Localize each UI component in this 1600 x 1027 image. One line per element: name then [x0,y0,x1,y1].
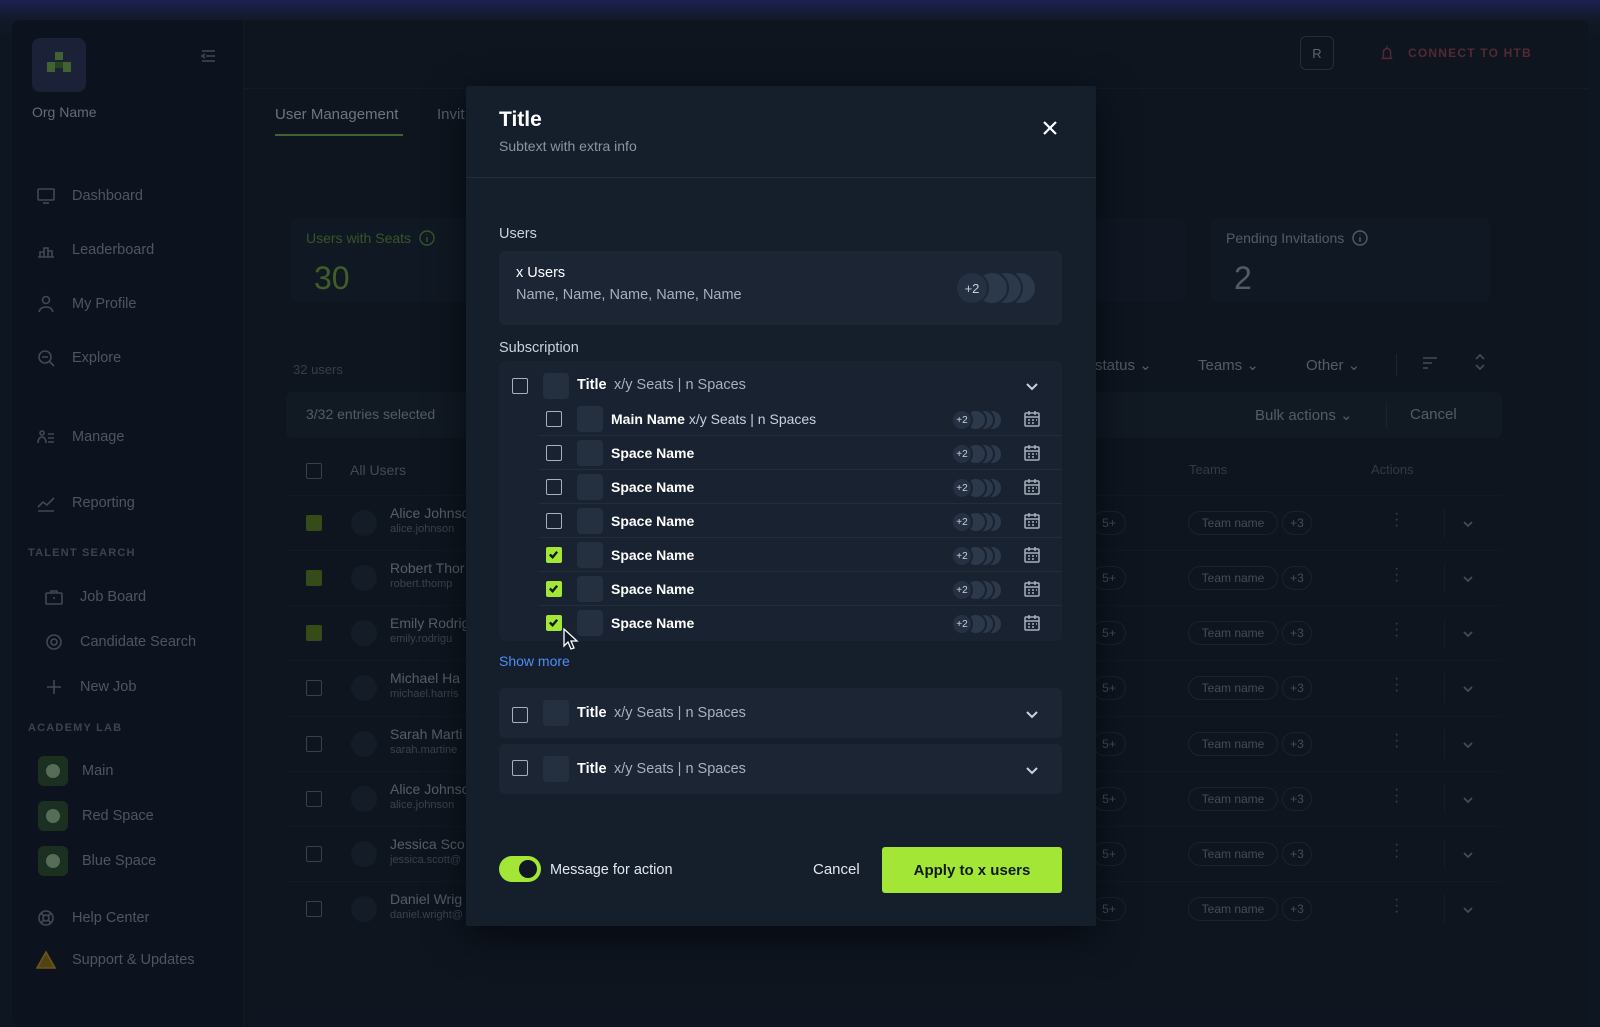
space-thumbnail [577,576,603,602]
mouse-cursor-icon [563,628,579,650]
group-title: Title [577,761,607,777]
users-summary: x Users Name, Name, Name, Name, Name +2 [499,251,1062,325]
modal-subtitle: Subtext with extra info [499,138,637,154]
space-row[interactable]: Space Name +2 [539,538,1062,572]
cancel-button[interactable]: Cancel [813,861,860,878]
subscription-group[interactable]: Title x/y Seats | n Spaces [499,744,1062,794]
avatar-overflow-count: +2 [951,613,973,635]
space-row[interactable]: Space Name +2 [539,470,1062,504]
avatar-overflow-count: +2 [951,443,973,465]
space-thumbnail [577,474,603,500]
avatar-overflow-count: +2 [951,579,973,601]
calendar-icon[interactable] [1023,614,1041,632]
space-avatar-stack[interactable]: +2 [951,579,1003,601]
close-icon[interactable] [1038,116,1062,140]
space-checkbox[interactable] [546,547,562,563]
space-name: Space Name [611,513,695,529]
message-toggle[interactable] [499,856,541,882]
calendar-icon[interactable] [1023,444,1041,462]
space-name: Space Name [611,615,695,631]
space-row[interactable]: Space Name +2 [539,504,1062,538]
group-meta: x/y Seats | n Spaces [614,705,746,721]
space-checkbox[interactable] [546,615,562,631]
apply-button[interactable]: Apply to x users [882,847,1062,893]
show-more-link[interactable]: Show more [499,653,570,669]
avatar-overflow-count: +2 [951,511,973,533]
chevron-down-icon[interactable] [1025,707,1039,721]
space-avatar-stack[interactable]: +2 [951,443,1003,465]
modal-title: Title [499,108,542,131]
group-checkbox[interactable] [512,760,528,776]
modal-divider [466,177,1096,178]
avatar-overflow-count: +2 [955,271,989,305]
users-avatar-stack[interactable]: +2 [955,271,1037,305]
chevron-down-icon[interactable] [1025,763,1039,777]
subscription-group-expanded: Title x/y Seats | n Spaces Main Name x/y… [499,361,1062,641]
group-thumbnail [543,700,569,726]
toggle-knob [519,860,537,878]
space-checkbox[interactable] [546,581,562,597]
space-name: Space Name [611,445,695,461]
space-thumbnail [577,440,603,466]
calendar-icon[interactable] [1023,478,1041,496]
calendar-icon[interactable] [1023,546,1041,564]
group-meta: x/y Seats | n Spaces [614,761,746,777]
calendar-icon[interactable] [1023,512,1041,530]
space-avatar-stack[interactable]: +2 [951,409,1003,431]
group-title: Title [577,705,607,721]
main-space-row[interactable]: Main Name x/y Seats | n Spaces +2 [539,402,1062,436]
space-thumbnail [577,610,603,636]
group-meta: x/y Seats | n Spaces [614,377,746,393]
space-row[interactable]: Space Name +2 [539,572,1062,606]
space-checkbox[interactable] [546,411,562,427]
space-name: Space Name [611,547,695,563]
users-label: Users [499,226,537,242]
bulk-subscription-modal: Title Subtext with extra info Users x Us… [466,86,1096,926]
avatar-overflow-count: +2 [951,477,973,499]
subscription-group[interactable]: Title x/y Seats | n Spaces [499,688,1062,738]
calendar-icon[interactable] [1023,410,1041,428]
space-thumbnail [577,508,603,534]
space-name: Main Name x/y Seats | n Spaces [611,411,817,427]
avatar-overflow-count: +2 [951,409,973,431]
space-thumbnail [577,542,603,568]
group-checkbox[interactable] [512,707,528,723]
group-title: Title [577,377,607,393]
space-name: Space Name [611,581,695,597]
space-thumbnail [577,406,603,432]
users-count: x Users [516,265,566,281]
space-avatar-stack[interactable]: +2 [951,613,1003,635]
space-avatar-stack[interactable]: +2 [951,545,1003,567]
group-thumbnail [543,756,569,782]
space-avatar-stack[interactable]: +2 [951,511,1003,533]
subscription-label: Subscription [499,340,579,356]
space-name: Space Name [611,479,695,495]
avatar-overflow-count: +2 [951,545,973,567]
space-row[interactable]: Space Name +2 [539,606,1062,640]
space-row[interactable]: Space Name +2 [539,436,1062,470]
group-thumbnail [543,373,569,399]
group-checkbox[interactable] [512,378,528,394]
users-names: Name, Name, Name, Name, Name [516,287,742,303]
space-checkbox[interactable] [546,445,562,461]
space-checkbox[interactable] [546,513,562,529]
calendar-icon[interactable] [1023,580,1041,598]
space-avatar-stack[interactable]: +2 [951,477,1003,499]
message-toggle-label: Message for action [550,862,673,878]
space-checkbox[interactable] [546,479,562,495]
chevron-up-icon[interactable] [1025,379,1039,393]
